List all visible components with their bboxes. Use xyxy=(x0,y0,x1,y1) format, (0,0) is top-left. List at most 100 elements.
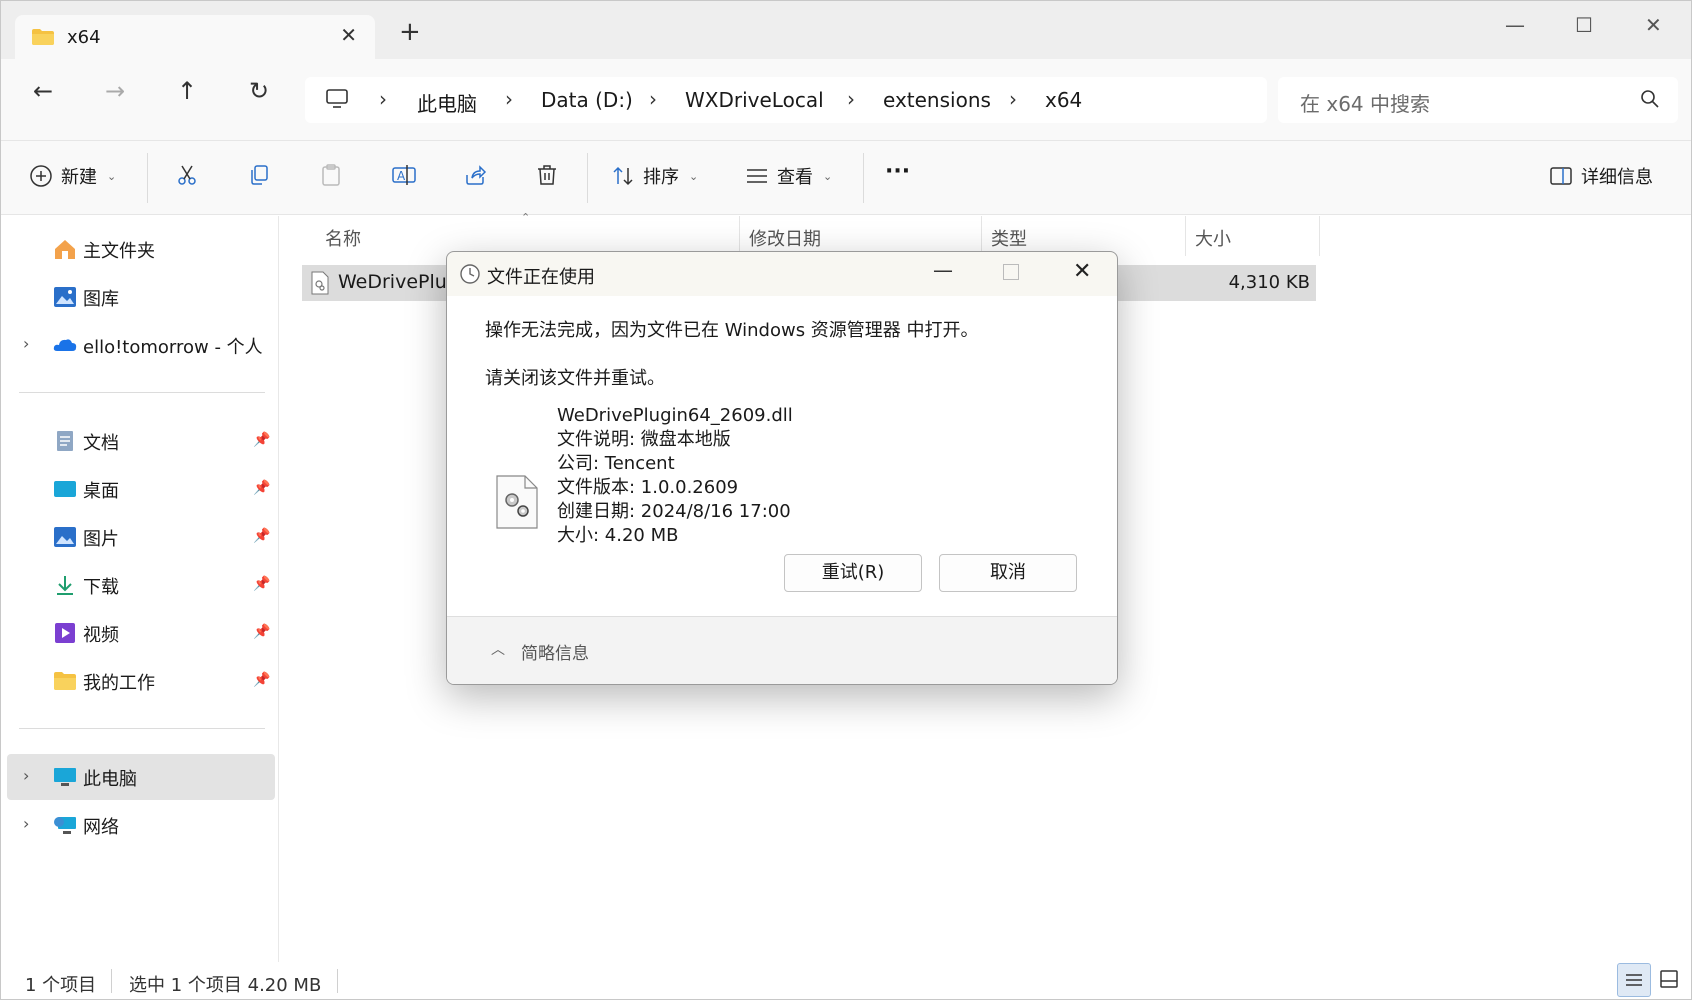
more-options-button[interactable]: ··· xyxy=(885,159,910,184)
pin-icon[interactable]: 📌 xyxy=(253,576,270,592)
clock-icon xyxy=(460,264,480,284)
column-divider[interactable] xyxy=(739,216,740,256)
retry-button[interactable]: 重试(R) xyxy=(784,554,922,592)
dialog-title-bar[interactable]: 文件正在使用 — ✕ xyxy=(447,252,1117,296)
gallery-icon xyxy=(54,287,76,307)
pin-icon[interactable]: 📌 xyxy=(253,432,270,448)
tab-bar: x64 ✕ + — ☐ ✕ xyxy=(1,1,1691,59)
sort-label: 排序 xyxy=(643,167,679,188)
dialog-body: 操作无法完成，因为文件已在 Windows 资源管理器 中打开。 请关闭该文件并… xyxy=(447,296,1117,616)
toolbar-divider xyxy=(147,153,148,203)
chevron-right-icon[interactable]: › xyxy=(847,87,855,111)
tab-x64[interactable]: x64 ✕ xyxy=(15,15,375,59)
up-button[interactable]: ↑ xyxy=(177,79,197,103)
close-tab-icon[interactable]: ✕ xyxy=(340,23,357,47)
pin-icon[interactable]: 📌 xyxy=(253,528,270,544)
trash-icon xyxy=(538,165,556,185)
pin-icon[interactable]: 📌 xyxy=(253,672,270,688)
sort-ascending-icon: ⌃ xyxy=(521,211,531,224)
details-view-icon xyxy=(1626,974,1642,986)
dialog-message: 操作无法完成，因为文件已在 Windows 资源管理器 中打开。 xyxy=(485,320,979,341)
sidebar-item-label: 视频 xyxy=(83,625,119,646)
chevron-right-icon[interactable]: › xyxy=(1009,87,1017,111)
sidebar-item-gallery[interactable]: 图库 xyxy=(1,274,279,320)
dll-file-icon xyxy=(496,475,538,529)
sidebar-item-videos[interactable]: 视频 📌 xyxy=(1,610,279,656)
view-button[interactable]: 查看 ⌄ xyxy=(745,163,832,189)
column-header-type[interactable]: 类型 xyxy=(991,225,1027,251)
chevron-right-icon[interactable]: › xyxy=(649,87,657,111)
breadcrumb-x64[interactable]: x64 xyxy=(1045,88,1082,112)
chevron-right-icon[interactable]: › xyxy=(23,334,29,353)
detail-version: 文件版本: 1.0.0.2609 xyxy=(557,477,739,498)
column-divider[interactable] xyxy=(1185,216,1186,256)
fewer-details-toggle[interactable]: 简略信息 xyxy=(521,639,589,664)
column-header-size[interactable]: 大小 xyxy=(1195,225,1231,251)
breadcrumb-drive[interactable]: Data (D:) xyxy=(541,88,633,112)
chevron-right-icon[interactable]: › xyxy=(505,87,513,111)
sidebar-item-this-pc[interactable]: › 此电脑 xyxy=(7,754,275,800)
share-button[interactable] xyxy=(463,163,487,187)
sidebar-item-home[interactable]: 主文件夹 xyxy=(1,226,279,272)
rename-button[interactable]: A xyxy=(391,163,417,187)
column-header-modified[interactable]: 修改日期 xyxy=(749,225,821,251)
sidebar-item-downloads[interactable]: 下载 📌 xyxy=(1,562,279,608)
address-bar[interactable]: › 此电脑 › Data (D:) › WXDriveLocal › exten… xyxy=(305,77,1267,123)
breadcrumb-wxdrivelocal[interactable]: WXDriveLocal xyxy=(685,88,824,112)
sidebar-item-network[interactable]: › 网络 xyxy=(1,802,279,848)
maximize-button[interactable]: ☐ xyxy=(1575,13,1593,37)
dll-file-icon xyxy=(311,271,329,295)
sidebar-item-onedrive[interactable]: › ello!tomorrow - 个人 xyxy=(1,322,279,368)
paste-button[interactable] xyxy=(319,163,343,187)
dialog-footer: ︿ 简略信息 xyxy=(447,616,1117,684)
column-divider[interactable] xyxy=(1319,216,1320,256)
search-box[interactable]: 在 x64 中搜索 xyxy=(1278,77,1678,123)
navigation-bar: ← → ↑ ↻ › 此电脑 › Data (D:) › WXDriveLocal… xyxy=(1,59,1691,141)
new-button[interactable]: 新建 ⌄ xyxy=(29,163,116,189)
details-pane-icon xyxy=(1550,167,1572,185)
breadcrumb-extensions[interactable]: extensions xyxy=(883,88,991,112)
cancel-button[interactable]: 取消 xyxy=(939,554,1077,592)
sidebar-item-documents[interactable]: 文档 📌 xyxy=(1,418,279,464)
tiles-view-icon xyxy=(1660,970,1678,988)
column-header-name[interactable]: 名称 xyxy=(325,225,361,251)
refresh-button[interactable]: ↻ xyxy=(249,79,269,103)
sidebar-item-my-work[interactable]: 我的工作 📌 xyxy=(1,658,279,704)
copy-icon xyxy=(251,165,268,185)
sidebar-divider xyxy=(19,728,265,729)
status-divider xyxy=(337,969,338,993)
dialog-minimize-button[interactable]: — xyxy=(933,258,953,282)
tab-title: x64 xyxy=(67,27,101,48)
sidebar-item-pictures[interactable]: 图片 📌 xyxy=(1,514,279,560)
chevron-right-icon[interactable]: › xyxy=(379,87,387,111)
sidebar-item-desktop[interactable]: 桌面 📌 xyxy=(1,466,279,512)
sidebar-item-label: 下载 xyxy=(83,577,119,598)
view-label: 查看 xyxy=(777,167,813,188)
dialog-maximize-button[interactable] xyxy=(1003,264,1019,280)
chevron-up-icon[interactable]: ︿ xyxy=(491,639,505,659)
copy-button[interactable] xyxy=(247,163,271,187)
pin-icon[interactable]: 📌 xyxy=(253,480,270,496)
sidebar-item-label: 图片 xyxy=(83,529,119,550)
column-divider[interactable] xyxy=(981,216,982,256)
dialog-close-button[interactable]: ✕ xyxy=(1073,259,1091,284)
cut-button[interactable] xyxy=(175,163,199,187)
back-button[interactable]: ← xyxy=(33,79,53,103)
minimize-button[interactable]: — xyxy=(1505,13,1525,37)
videos-icon xyxy=(55,623,75,643)
delete-button[interactable] xyxy=(535,163,559,187)
computer-icon xyxy=(326,89,348,108)
pin-icon[interactable]: 📌 xyxy=(253,624,270,640)
close-window-button[interactable]: ✕ xyxy=(1645,13,1662,37)
search-icon[interactable] xyxy=(1640,89,1660,109)
forward-button[interactable]: → xyxy=(105,79,125,103)
breadcrumb-this-pc[interactable]: 此电脑 xyxy=(417,88,477,117)
details-pane-button[interactable]: 详细信息 xyxy=(1549,163,1653,189)
details-view-button[interactable] xyxy=(1617,963,1651,997)
chevron-right-icon[interactable]: › xyxy=(23,814,29,833)
new-tab-button[interactable]: + xyxy=(399,19,421,45)
tiles-view-button[interactable] xyxy=(1653,963,1687,997)
chevron-right-icon[interactable]: › xyxy=(23,766,29,785)
sort-button[interactable]: 排序 ⌄ xyxy=(611,163,698,189)
this-pc-icon xyxy=(54,768,76,786)
